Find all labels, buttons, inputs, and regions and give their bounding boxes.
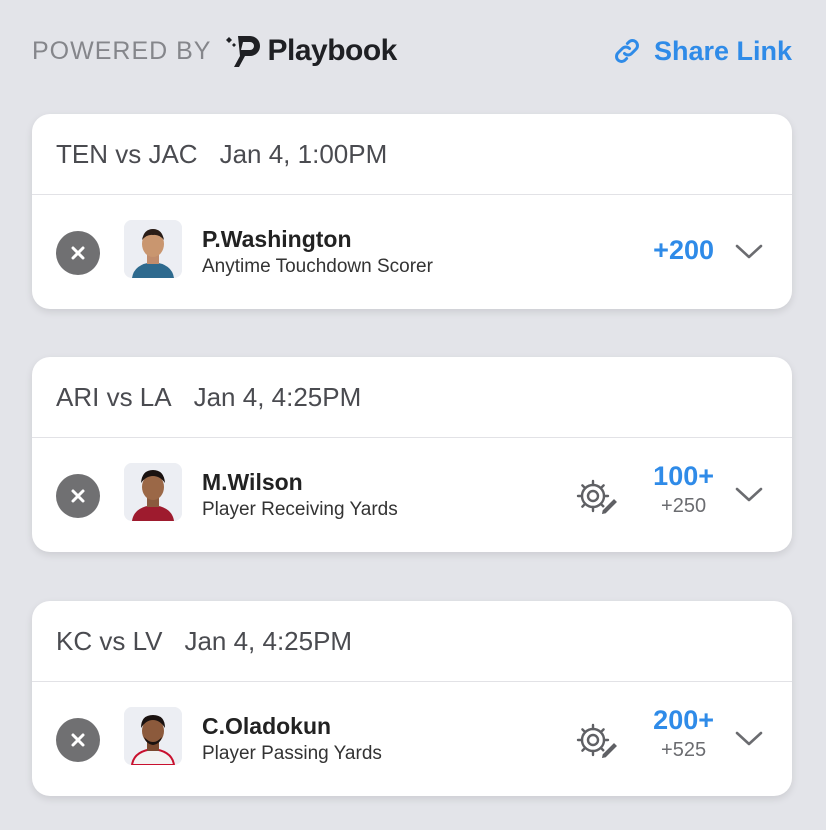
player-name: P.Washington xyxy=(202,226,352,252)
market-name: Player Passing Yards xyxy=(202,743,382,764)
game-header: KC vs LV Jan 4, 4:25PM xyxy=(32,601,792,682)
market-name: Player Receiving Yards xyxy=(202,499,398,520)
player-headshot xyxy=(124,707,182,765)
header: POWERED BY Playbook Share Link xyxy=(32,26,792,76)
powered-by: POWERED BY Playbook xyxy=(32,31,397,71)
market-name: Anytime Touchdown Scorer xyxy=(202,256,433,277)
line-value: 200+ xyxy=(653,705,714,735)
gear-pencil-icon[interactable] xyxy=(575,476,619,516)
chevron-down-icon[interactable] xyxy=(734,728,764,748)
remove-pick-button[interactable] xyxy=(56,231,100,275)
game-time: Jan 4, 4:25PM xyxy=(184,625,353,656)
pick-row: C.Oladokun Player Passing Yards 200+ +52… xyxy=(32,682,792,796)
chevron-down-icon[interactable] xyxy=(734,484,764,504)
player-avatar xyxy=(124,220,182,278)
odds-value: +525 xyxy=(661,739,707,761)
matchup: KC vs LV xyxy=(56,625,163,656)
powered-by-label: POWERED BY xyxy=(32,36,212,65)
playbook-logo: Playbook xyxy=(223,31,397,71)
game-header: TEN vs JAC Jan 4, 1:00PM xyxy=(32,114,792,195)
odds-value: +250 xyxy=(661,495,707,517)
game-time: Jan 4, 1:00PM xyxy=(219,138,388,169)
share-link-button[interactable]: Share Link xyxy=(612,36,792,67)
game-header: ARI vs LA Jan 4, 4:25PM xyxy=(32,357,792,438)
pick-card: TEN vs JAC Jan 4, 1:00PM P.Washington An… xyxy=(32,114,792,309)
player-avatar xyxy=(124,707,182,765)
odds-value[interactable]: +200 xyxy=(653,235,714,266)
close-icon xyxy=(71,733,85,747)
close-icon xyxy=(71,246,85,260)
pick-row: P.Washington Anytime Touchdown Scorer +2… xyxy=(32,195,792,309)
odds-stack[interactable]: 100+ +250 xyxy=(653,460,714,520)
player-name: C.Oladokun xyxy=(202,713,332,739)
pick-card: ARI vs LA Jan 4, 4:25PM M.Wilson Player … xyxy=(32,357,792,552)
player-headshot xyxy=(124,463,182,521)
gear-pencil-icon[interactable] xyxy=(575,720,619,760)
player-info: P.Washington Anytime Touchdown Scorer xyxy=(202,225,433,280)
chevron-down-icon[interactable] xyxy=(734,241,764,261)
share-link-label: Share Link xyxy=(653,35,792,66)
player-info: M.Wilson Player Receiving Yards xyxy=(202,468,398,523)
remove-pick-button[interactable] xyxy=(56,718,100,762)
odds-stack[interactable]: 200+ +525 xyxy=(653,704,714,764)
brand-name: Playbook xyxy=(267,34,397,67)
pick-card: KC vs LV Jan 4, 4:25PM C.Oladokun Player… xyxy=(32,601,792,796)
playbook-logo-icon xyxy=(226,36,261,67)
matchup: TEN vs JAC xyxy=(56,138,198,169)
remove-pick-button[interactable] xyxy=(56,474,100,518)
line-value: 100+ xyxy=(653,461,714,491)
player-info: C.Oladokun Player Passing Yards xyxy=(202,712,382,767)
player-headshot xyxy=(124,220,182,278)
player-name: M.Wilson xyxy=(202,469,303,495)
matchup: ARI vs LA xyxy=(56,381,172,412)
close-icon xyxy=(71,489,85,503)
link-icon xyxy=(615,39,639,63)
game-time: Jan 4, 4:25PM xyxy=(193,381,362,412)
pick-row: M.Wilson Player Receiving Yards 100+ +25… xyxy=(32,438,792,552)
player-avatar xyxy=(124,463,182,521)
